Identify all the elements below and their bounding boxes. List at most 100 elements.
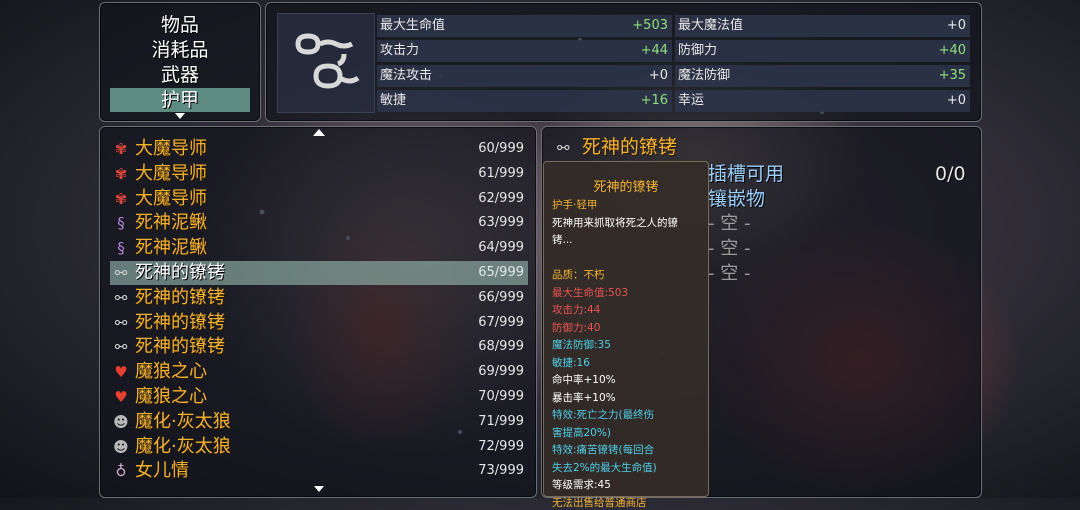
stat-value: +44 xyxy=(640,43,668,58)
empty-slot[interactable]: - 空 - xyxy=(708,212,750,236)
stat-cell: 最大魔法值 +0 xyxy=(675,15,970,37)
stat-value: +40 xyxy=(938,43,966,58)
tooltip-line: 防御力:40 xyxy=(552,321,601,334)
item-row[interactable]: ✾ 大魔导师 61/999 xyxy=(110,162,528,186)
item-count: 60/999 xyxy=(478,141,524,156)
necklace-icon: ♁ xyxy=(115,462,127,481)
shackles-icon: ⚯ xyxy=(114,313,128,332)
item-row[interactable]: ♥ 魔狼之心 70/999 xyxy=(110,385,528,409)
item-name: 死神的镣铐 xyxy=(135,336,225,358)
item-row[interactable]: ☻ 魔化·灰太狼 71/999 xyxy=(110,410,528,434)
item-count: 67/999 xyxy=(478,314,524,330)
tooltip-line: 特效:痛苦镣铐(每回合 xyxy=(552,444,655,456)
tooltip-line: 敏捷:16 xyxy=(552,356,590,369)
item-row[interactable]: ♁ 女儿情 73/999 xyxy=(110,459,528,483)
item-name: 魔化·灰太狼 xyxy=(135,435,231,457)
tooltip-line: 品质：不朽 xyxy=(552,269,605,281)
stat-value: +35 xyxy=(938,68,966,83)
butterfly-icon: ✾ xyxy=(114,189,128,208)
item-name: 死神的镣铐 xyxy=(135,286,225,308)
item-name: 死神的镣铐 xyxy=(135,311,225,333)
tooltip-line: 护手·轻甲 xyxy=(552,199,598,211)
shackles-icon: ⚯ xyxy=(114,338,128,357)
item-name: 魔狼之心 xyxy=(135,361,207,383)
item-name: 死神泥鳅 xyxy=(135,237,207,259)
stat-label: 魔法攻击 xyxy=(380,68,433,83)
scroll-up-arrow-icon[interactable] xyxy=(313,129,325,136)
stat-label: 最大魔法值 xyxy=(678,18,744,33)
item-count: 73/999 xyxy=(478,463,524,479)
item-name: 死神的镣铐 xyxy=(135,262,225,283)
tooltip-line: 命中率+10% xyxy=(552,374,616,386)
item-row[interactable]: ✾ 大魔导师 60/999 xyxy=(110,137,528,161)
category-panel: 物品 消耗品 武器 护甲 xyxy=(99,2,261,122)
stat-value: +503 xyxy=(632,18,668,33)
category-item[interactable]: 消耗品 xyxy=(110,38,250,62)
tooltip-line: 暴击率+10% xyxy=(552,391,616,404)
stat-cell: 幸运 +0 xyxy=(675,90,970,112)
item-name: 大魔导师 xyxy=(135,138,207,159)
stat-cell: 攻击力 +44 xyxy=(377,40,672,62)
stat-value: +16 xyxy=(640,93,668,108)
detail-title: 死神的镣铐 xyxy=(582,136,678,158)
wolf-head-icon: ☻ xyxy=(113,437,129,456)
category-item[interactable]: 武器 xyxy=(110,63,250,87)
demon-heart-icon: ♥ xyxy=(114,388,128,406)
tooltip-line: 死神用来抓取将死之人的镣 xyxy=(552,216,678,229)
item-row[interactable]: ⚯ 死神的镣铐 68/999 xyxy=(110,335,528,359)
shackles-icon: ⚯ xyxy=(114,264,128,282)
item-count: 66/999 xyxy=(478,289,524,305)
item-list-panel: ✾ 大魔导师 60/999 ✾ 大魔导师 61/999 ✾ 大魔导师 62/999 § 死神泥鳅 63… xyxy=(99,126,537,498)
inlay-label: 镶嵌物 xyxy=(708,188,766,210)
item-row[interactable]: ♥ 魔狼之心 69/999 xyxy=(110,360,528,384)
scroll-down-arrow-icon[interactable] xyxy=(314,486,324,492)
scroll-down-arrow-icon[interactable] xyxy=(175,113,185,119)
item-count: 64/999 xyxy=(478,240,524,256)
demon-heart-icon: ♥ xyxy=(114,363,128,382)
item-name: 女儿情 xyxy=(135,460,189,482)
item-count: 62/999 xyxy=(478,190,524,206)
item-row[interactable]: ⚯ 死神的镣铐 65/999 xyxy=(110,261,528,285)
item-count: 61/999 xyxy=(478,165,524,181)
stat-cell: 魔法防御 +35 xyxy=(675,65,970,87)
butterfly-icon: ✾ xyxy=(114,164,128,183)
stat-value: +0 xyxy=(946,18,966,33)
tooltip-line: 等级需求:45 xyxy=(552,479,611,491)
item-name: 大魔导师 xyxy=(135,162,207,184)
item-row[interactable]: ⚯ 死神的镣铐 66/999 xyxy=(110,286,528,310)
stats-panel: 最大生命值 +503 最大魔法值 +0 攻击力 +44 防御力 +40 魔法攻击… xyxy=(265,2,982,122)
stat-cell: 敏捷 +16 xyxy=(377,90,672,112)
item-row[interactable]: § 死神泥鳅 63/999 xyxy=(110,211,528,235)
category-item[interactable]: 物品 xyxy=(110,13,250,37)
empty-slot[interactable]: - 空 - xyxy=(708,262,750,286)
item-row[interactable]: § 死神泥鳅 64/999 xyxy=(110,236,528,260)
wolf-head-icon: ☻ xyxy=(113,412,129,431)
stat-cell: 防御力 +40 xyxy=(675,40,970,62)
stat-value: +0 xyxy=(946,93,966,108)
shackles-icon xyxy=(295,33,360,89)
item-name: 魔化·灰太狼 xyxy=(135,410,231,432)
shackles-icon: ⚯ xyxy=(114,288,128,307)
eel-icon: § xyxy=(117,239,125,258)
item-name: 大魔导师 xyxy=(135,187,207,209)
item-row[interactable]: ✾ 大魔导师 62/999 xyxy=(110,187,528,211)
tooltip-line: 失去2%的最大生命值) xyxy=(552,461,657,474)
tooltip-line: 魔法防御:35 xyxy=(552,339,611,351)
tooltip-line: 特效:死亡之力(最终伤 xyxy=(552,409,655,421)
item-name: 死神泥鳅 xyxy=(135,212,207,234)
stat-label: 攻击力 xyxy=(380,43,420,58)
item-count: 65/999 xyxy=(478,265,524,280)
slots-value: 0/0 xyxy=(935,163,966,185)
stat-label: 敏捷 xyxy=(380,93,407,108)
tooltip-title: 死神的镣铐 xyxy=(593,180,659,195)
item-count: 68/999 xyxy=(478,339,524,355)
category-item-selected[interactable]: 护甲 xyxy=(110,88,250,112)
stat-cell: 最大生命值 +503 xyxy=(377,15,672,37)
tooltip-line: 害提高20%) xyxy=(552,426,611,439)
slots-label: 插槽可用 xyxy=(708,163,785,185)
item-row[interactable]: ☻ 魔化·灰太狼 72/999 xyxy=(110,435,528,459)
empty-slot[interactable]: - 空 - xyxy=(708,237,750,261)
item-count: 72/999 xyxy=(478,438,524,454)
stat-label: 幸运 xyxy=(678,93,705,108)
item-row[interactable]: ⚯ 死神的镣铐 67/999 xyxy=(110,311,528,335)
